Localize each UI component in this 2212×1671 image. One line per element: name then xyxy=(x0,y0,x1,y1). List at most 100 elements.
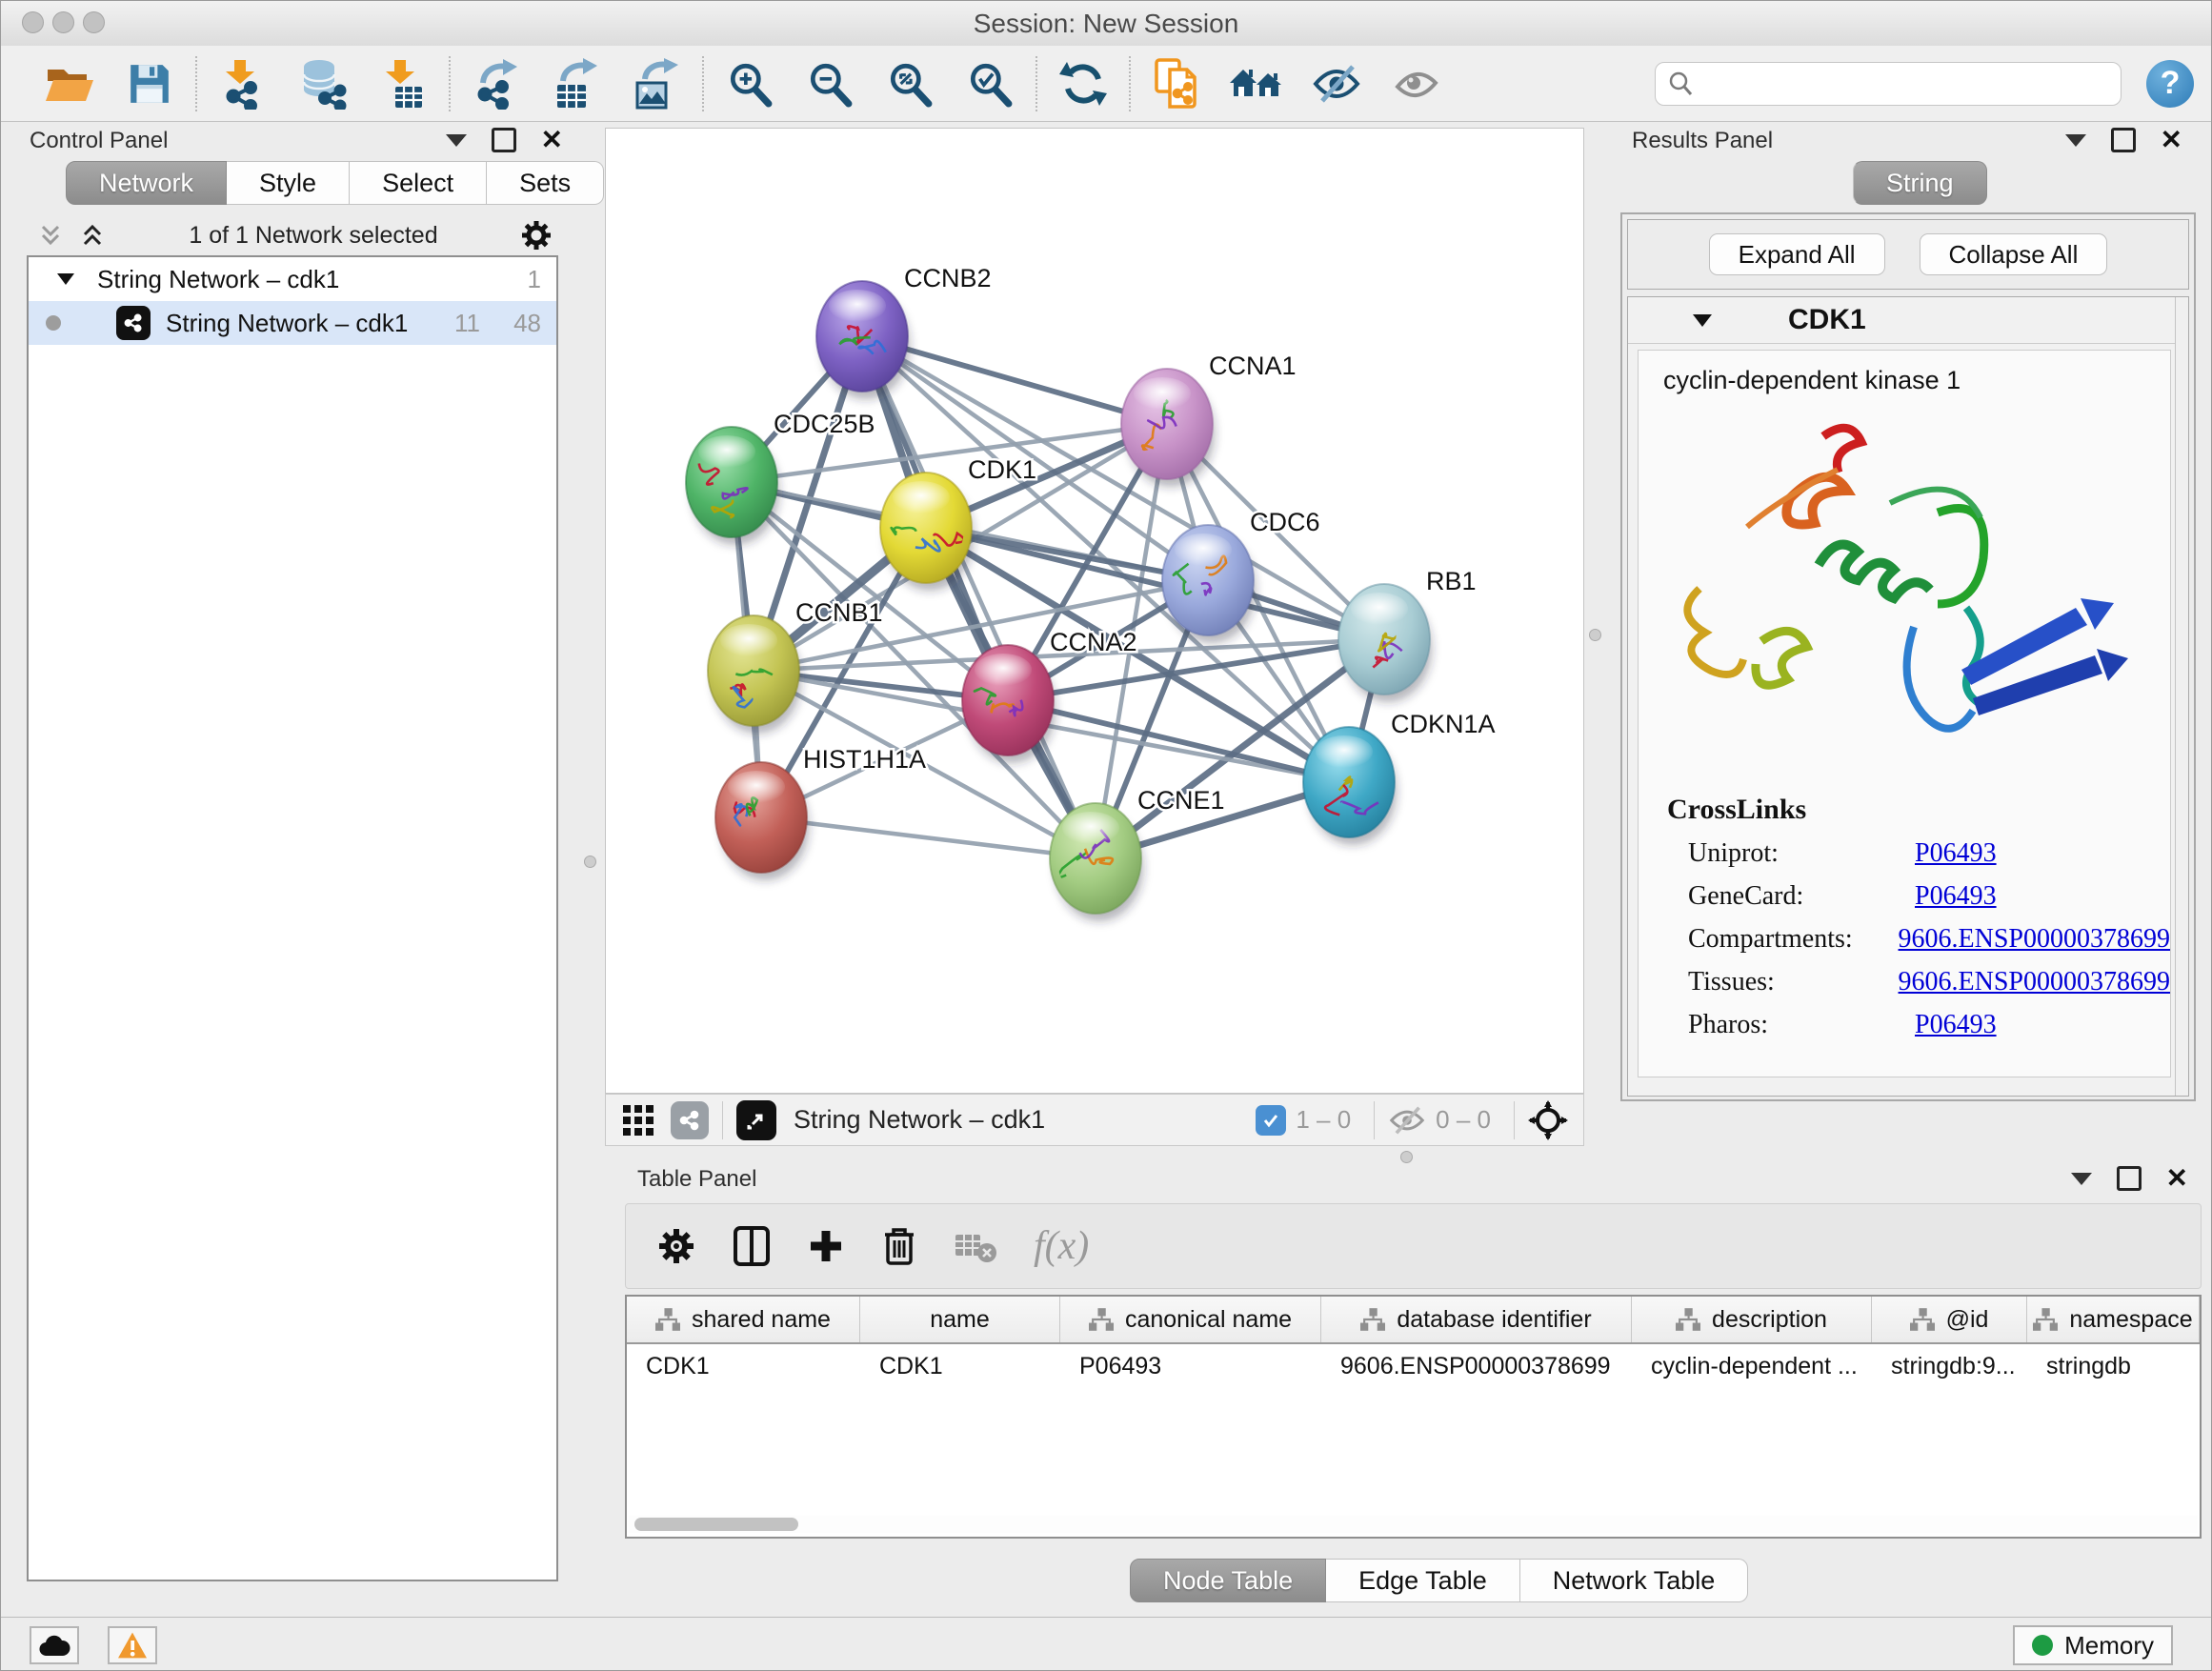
column-header-shared-name[interactable]: shared name xyxy=(627,1297,860,1342)
network-node-CCNA2[interactable] xyxy=(962,645,1056,763)
memory-button[interactable]: Memory xyxy=(2013,1625,2173,1665)
network-view-canvas[interactable]: CCNB2CCNA1CDC25BCDK1CDC6RB1CCNB1CCNA2CDK… xyxy=(605,128,1584,1094)
network-share-view-icon[interactable] xyxy=(671,1101,709,1139)
expand-all-chevron-icon[interactable] xyxy=(36,221,65,250)
table-cell[interactable]: 9606.ENSP00000378699 xyxy=(1321,1344,1632,1388)
export-network-button[interactable] xyxy=(456,50,536,118)
network-node-CDKN1A[interactable] xyxy=(1303,727,1397,845)
warnings-button[interactable] xyxy=(108,1626,157,1664)
results-vertical-scrollbar[interactable] xyxy=(2175,297,2188,1096)
network-node-CCNB1[interactable] xyxy=(708,615,801,734)
table-cell[interactable]: stringdb xyxy=(2027,1344,2200,1388)
crosslink-link[interactable]: P06493 xyxy=(1915,1010,1997,1040)
column-header-canonical-name[interactable]: canonical name xyxy=(1060,1297,1321,1342)
help-button[interactable]: ? xyxy=(2146,60,2194,108)
vertical-splitter-handle[interactable] xyxy=(584,856,596,868)
crosslink-link[interactable]: P06493 xyxy=(1915,881,1997,912)
close-panel-icon[interactable]: ✕ xyxy=(2161,131,2182,150)
network-edge-CCNB2-CCNE1[interactable] xyxy=(862,336,1096,858)
zoom-out-button[interactable] xyxy=(790,50,870,118)
tab-sets[interactable]: Sets xyxy=(487,161,604,205)
vertical-splitter-handle[interactable] xyxy=(1589,629,1601,641)
zoom-in-button[interactable] xyxy=(710,50,790,118)
hide-selected-button[interactable] xyxy=(1297,50,1377,118)
table-cell[interactable]: CDK1 xyxy=(627,1344,860,1388)
table-row[interactable]: CDK1CDK1P064939606.ENSP00000378699cyclin… xyxy=(627,1344,2200,1388)
detach-view-icon[interactable] xyxy=(736,1100,776,1140)
close-panel-icon[interactable]: ✕ xyxy=(2166,1169,2188,1188)
show-all-button[interactable] xyxy=(1377,50,1457,118)
column-header--id[interactable]: @id xyxy=(1872,1297,2027,1342)
crosslink-link[interactable]: 9606.ENSP00000378699 xyxy=(1899,967,2170,997)
scrollbar-thumb[interactable] xyxy=(634,1518,798,1531)
import-network-from-database-button[interactable] xyxy=(283,50,363,118)
clone-network-view-button[interactable] xyxy=(1136,50,1217,118)
column-header-description[interactable]: description xyxy=(1632,1297,1872,1342)
crosslink-link[interactable]: P06493 xyxy=(1915,838,1997,869)
birdseye-navigator-icon[interactable] xyxy=(1528,1100,1568,1140)
grid-view-icon[interactable] xyxy=(621,1103,655,1137)
open-session-button[interactable] xyxy=(30,50,110,118)
network-row-selected[interactable]: String Network – cdk1 11 48 xyxy=(29,301,556,345)
column-header-database-identifier[interactable]: database identifier xyxy=(1321,1297,1632,1342)
collapse-all-button[interactable]: Collapse All xyxy=(1920,233,2108,275)
zoom-selected-button[interactable] xyxy=(950,50,1030,118)
cloud-status-button[interactable] xyxy=(30,1626,79,1664)
table-cell[interactable]: CDK1 xyxy=(860,1344,1060,1388)
collapse-panel-icon[interactable] xyxy=(2071,1173,2092,1185)
tab-network-table[interactable]: Network Table xyxy=(1520,1559,1749,1602)
horizontal-splitter-handle[interactable] xyxy=(1400,1151,1413,1163)
tree-expand-icon[interactable] xyxy=(55,271,76,288)
add-column-icon[interactable] xyxy=(807,1227,845,1265)
column-label: canonical name xyxy=(1125,1306,1292,1334)
export-table-button[interactable] xyxy=(536,50,616,118)
tab-edge-table[interactable]: Edge Table xyxy=(1326,1559,1520,1602)
collapse-panel-icon[interactable] xyxy=(2065,134,2086,147)
network-node-CCNE1[interactable] xyxy=(1050,803,1143,921)
table-cell[interactable]: stringdb:9... xyxy=(1872,1344,2027,1388)
float-panel-icon[interactable] xyxy=(2111,128,2136,152)
crosslink-link[interactable]: 9606.ENSP00000378699 xyxy=(1899,924,2170,955)
collapse-all-chevron-icon[interactable] xyxy=(78,221,107,250)
tab-string[interactable]: String xyxy=(1853,161,1987,205)
zoom-fit-content-button[interactable] xyxy=(870,50,950,118)
network-edge-HIST1H1A-CCNE1[interactable] xyxy=(761,817,1096,858)
float-panel-icon[interactable] xyxy=(2117,1166,2142,1191)
delete-column-icon[interactable] xyxy=(881,1225,917,1267)
network-collection-row[interactable]: String Network – cdk1 1 xyxy=(29,257,556,301)
show-columns-icon[interactable] xyxy=(733,1225,771,1267)
selected-checkbox-icon[interactable] xyxy=(1256,1105,1286,1136)
expand-all-button[interactable]: Expand All xyxy=(1709,233,1885,275)
protein-section-header[interactable]: CDK1 xyxy=(1628,297,2188,344)
table-body: CDK1CDK1P064939606.ENSP00000378699cyclin… xyxy=(627,1344,2200,1388)
close-panel-icon[interactable]: ✕ xyxy=(541,131,563,150)
collapse-panel-icon[interactable] xyxy=(446,134,467,147)
import-table-from-file-button[interactable] xyxy=(363,50,443,118)
table-cell[interactable]: P06493 xyxy=(1060,1344,1321,1388)
network-node-RB1[interactable] xyxy=(1338,584,1432,702)
home-button[interactable] xyxy=(1217,50,1297,118)
column-header-name[interactable]: name xyxy=(860,1297,1060,1342)
tab-network[interactable]: Network xyxy=(66,161,227,205)
tab-style[interactable]: Style xyxy=(227,161,350,205)
tab-select[interactable]: Select xyxy=(350,161,487,205)
column-header-namespace[interactable]: namespace xyxy=(2027,1297,2200,1342)
refresh-view-button[interactable] xyxy=(1043,50,1123,118)
float-panel-icon[interactable] xyxy=(492,128,516,152)
import-network-from-file-button[interactable] xyxy=(203,50,283,118)
import-table-icon xyxy=(378,58,428,110)
network-node-HIST1H1A[interactable] xyxy=(715,762,809,880)
export-image-button[interactable] xyxy=(616,50,696,118)
network-node-CCNA1[interactable] xyxy=(1121,369,1215,487)
search-input[interactable] xyxy=(1694,70,2109,98)
section-expand-icon[interactable] xyxy=(1691,312,1714,329)
network-node-CDK1[interactable] xyxy=(880,473,974,591)
network-node-CCNB2[interactable] xyxy=(816,281,910,399)
table-cell[interactable]: cyclin-dependent ... xyxy=(1632,1344,1872,1388)
network-node-CDC25B[interactable] xyxy=(686,427,779,545)
table-settings-gear-icon[interactable] xyxy=(656,1226,696,1266)
tab-node-table[interactable]: Node Table xyxy=(1130,1559,1326,1602)
gear-icon[interactable] xyxy=(520,219,553,252)
save-session-button[interactable] xyxy=(110,50,190,118)
table-horizontal-scrollbar[interactable] xyxy=(629,1516,2198,1533)
